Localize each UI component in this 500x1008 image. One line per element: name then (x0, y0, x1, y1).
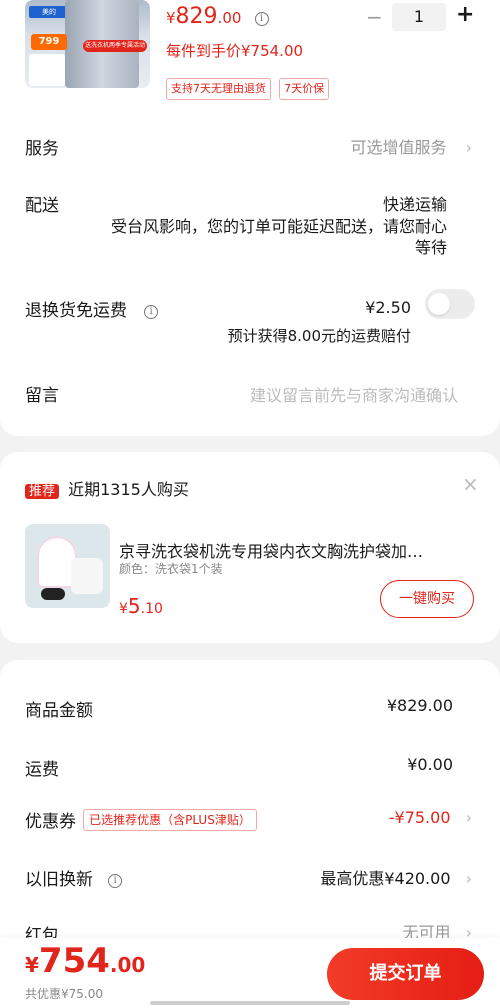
coupon-label: 优惠券 (25, 812, 76, 832)
return-shipping-label: 退换货免运费 (25, 301, 127, 321)
recommend-title: 近期1315人购买 (68, 480, 189, 499)
qty-input[interactable]: 1 (392, 3, 446, 31)
product-price: ¥829.00 i (166, 4, 269, 29)
service-label: 服务 (25, 139, 59, 159)
recommend-item-spec: 颜色：洗衣袋1个装 (119, 562, 223, 576)
recommend-price: ¥5.10 (119, 594, 163, 618)
qty-plus-button[interactable]: + (456, 2, 474, 27)
total-price: ¥754.00 (25, 941, 146, 981)
thumb-promo-banner: 送洗衣机两季专属活动 (83, 40, 147, 52)
tradein-selector[interactable]: 最高优惠¥420.00 › (320, 865, 472, 889)
return-shipping-row: 退换货免运费 i (25, 296, 159, 321)
quick-buy-button[interactable]: 一键购买 (380, 580, 474, 618)
toggle-knob (428, 293, 450, 315)
qty-minus-button[interactable]: − (366, 5, 383, 29)
delivery-notice-line2: 等待 (414, 238, 447, 257)
chevron-right-icon: › (465, 808, 472, 827)
recommend-thumbnail[interactable] (25, 524, 110, 608)
product-tags: 支持7天无理由退货 7天价保 (166, 77, 330, 100)
tag-7day-return: 支持7天无理由退货 (166, 78, 271, 100)
tradein-info-icon[interactable]: i (108, 874, 123, 888)
tradein-value: 最高优惠¥420.00 (320, 869, 451, 888)
net-price: 每件到手价¥754.00 (166, 42, 304, 60)
chevron-right-icon: › (465, 869, 472, 888)
tag-price-protect: 7天价保 (279, 78, 330, 100)
thumb-info-box (29, 54, 65, 86)
return-info-icon[interactable]: i (144, 305, 159, 319)
shipping-label: 运费 (25, 760, 59, 780)
delivery-notice: 受台风影响，您的订单可能延迟配送，请您耐心 等待 (111, 216, 447, 258)
return-shipping-note: 预计获得8.00元的运费赔付 (227, 327, 411, 345)
product-thumbnail[interactable]: 美的 799 送洗衣机两季专属活动 (25, 0, 150, 88)
delivery-notice-line1: 受台风影响，您的订单可能延迟配送，请您耐心 (110, 217, 447, 236)
submit-order-button[interactable]: 提交订单 (327, 948, 484, 1000)
coupon-tag: 已选推荐优惠（含PLUS津贴） (83, 808, 257, 831)
coupon-value: -¥75.00 (388, 808, 451, 827)
goods-amount-value: ¥829.00 (386, 696, 453, 715)
service-value: 可选增值服务 (350, 138, 447, 157)
service-selector[interactable]: 可选增值服务 › (350, 134, 472, 158)
remark-label: 留言 (25, 386, 59, 406)
delivery-method[interactable]: 快递运输 (383, 191, 447, 215)
recommend-header: 推荐 近期1315人购买 (25, 476, 189, 502)
thumb-price-tag: 799 (31, 34, 67, 50)
return-shipping-price: ¥2.50 (365, 298, 411, 317)
close-icon[interactable]: × (462, 472, 479, 496)
recommend-card: 推荐 近期1315人购买 × 京寻洗衣袋机洗专用袋内衣文胸洗护袋加… 颜色：洗衣… (0, 452, 500, 643)
price-info-icon[interactable]: i (254, 12, 269, 26)
total-discount: 共优惠¥75.00 (25, 987, 103, 1001)
coupon-selector[interactable]: -¥75.00 › (389, 808, 472, 827)
chevron-right-icon: › (465, 138, 472, 157)
order-detail-card: 美的 799 送洗衣机两季专属活动 ¥829.00 i 每件到手价¥754.00… (0, 0, 500, 436)
shipping-value: ¥0.00 (407, 755, 453, 774)
home-indicator (150, 1001, 350, 1005)
tradein-label: 以旧换新 (25, 870, 93, 890)
goods-amount-label: 商品金额 (25, 701, 93, 721)
tradein-row: 以旧换新 i (25, 865, 123, 890)
recommend-badge: 推荐 (25, 484, 60, 499)
delivery-label: 配送 (25, 196, 59, 216)
remark-input[interactable]: 建议留言前先与商家沟通确认 (250, 382, 458, 406)
coupon-row: 优惠券 已选推荐优惠（含PLUS津贴） (25, 807, 257, 832)
recommend-item-title[interactable]: 京寻洗衣袋机洗专用袋内衣文胸洗护袋加… (119, 538, 423, 562)
thumb-brand-label: 美的 (29, 6, 69, 18)
return-shipping-toggle[interactable] (425, 289, 475, 319)
